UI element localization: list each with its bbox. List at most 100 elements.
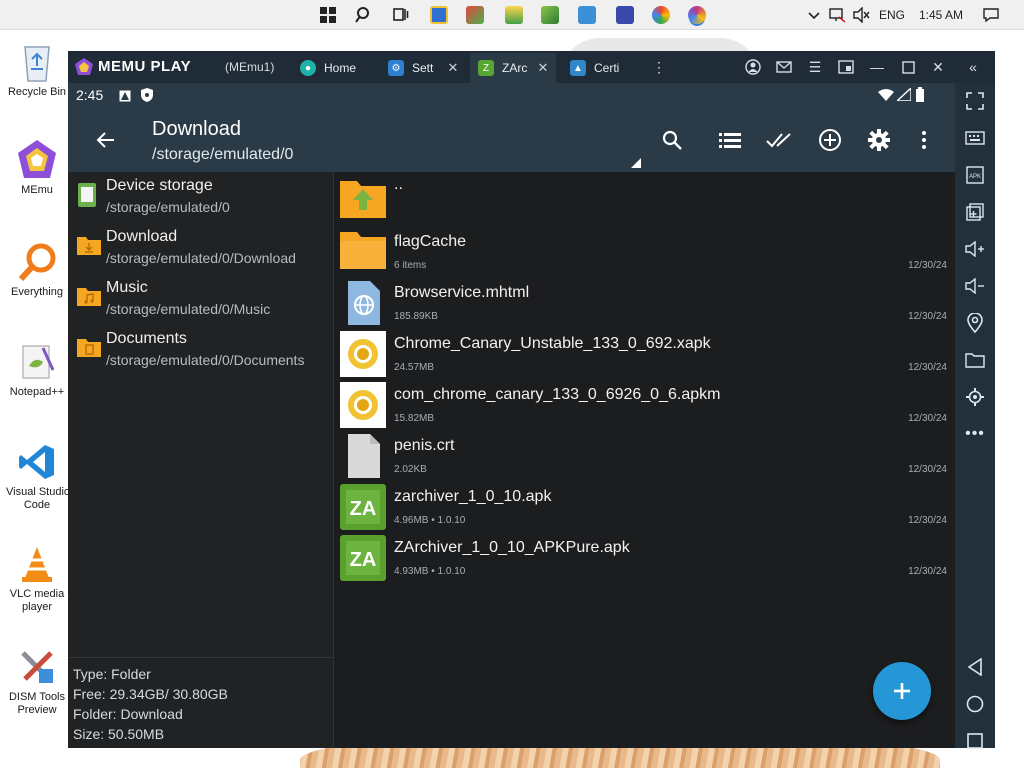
add-circle-icon[interactable] [816,126,844,154]
device-storage-icon [76,182,100,208]
file-meta: 24.57MB [394,362,435,373]
apk-install-icon[interactable]: APK [963,163,987,187]
desktop-icon-label: Recycle Bin [7,86,67,98]
desktop-icon-label: Everything [11,286,63,298]
desktop-icon-memu[interactable]: MEmu [6,138,68,197]
location-name: Download [106,228,178,245]
list-item-zarchiver-apk[interactable]: ZA zarchiver_1_0_10.apk 4.96MB • 1.0.10 … [335,478,955,530]
back-arrow-icon[interactable] [92,126,120,154]
svg-text:APK: APK [969,174,981,180]
memu-taskbar-icon[interactable] [652,6,670,24]
desktop-icon-vlc[interactable]: VLC media player [6,542,68,614]
tab-zarchiver[interactable]: Z ZArc ✕ [470,53,556,83]
app-taskbar-icon[interactable] [578,6,596,24]
mail-icon[interactable] [774,57,794,77]
list-item-crt[interactable]: penis.crt 2.02KB 12/30/24 [335,427,955,478]
menu-icon[interactable]: ☰ [805,57,825,77]
more-icon[interactable]: ••• [963,422,987,446]
desktop-icon-label: VLC media [9,588,65,600]
app-taskbar-icon[interactable] [505,6,523,24]
language-indicator[interactable]: ENG [879,0,905,30]
list-item-flagcache[interactable]: flagCache 6 items 12/30/24 [335,223,955,274]
location-music[interactable]: Music /storage/emulated/0/Music [68,278,334,328]
android-home-icon[interactable] [963,692,987,716]
desktop-icon-recycle-bin[interactable]: Recycle Bin [6,40,68,99]
desktop-icon-everything[interactable]: Everything [6,240,68,299]
location-pin-icon[interactable] [963,311,987,335]
volume-down-icon[interactable] [963,274,987,298]
file-date: 12/30/24 [908,362,947,373]
file-explorer-taskbar-icon[interactable] [430,6,448,24]
maximize-icon[interactable] [898,57,918,77]
list-item-browservice[interactable]: Browservice.mhtml 185.89KB 12/30/24 [335,274,955,325]
info-type: Type: Folder [73,666,151,682]
start-icon[interactable] [318,5,338,25]
tab-label: Sett [412,61,434,75]
more-options-icon[interactable] [910,126,938,154]
location-documents[interactable]: Documents /storage/emulated/0/Documents [68,329,334,379]
location-path: /storage/emulated/0 [106,199,230,215]
add-fab-button[interactable] [873,662,931,720]
parent-folder-icon [340,178,386,224]
settings-gear-icon[interactable] [865,126,893,154]
folder-icon[interactable] [963,348,987,372]
recycle-bin-icon [15,40,59,84]
close-tab-icon[interactable]: ✕ [446,61,460,75]
current-path[interactable]: /storage/emulated/0 [152,146,293,164]
network-icon[interactable] [828,6,846,24]
android-status-bar: 2:45 [68,83,955,108]
tab-home[interactable]: ● Home [290,53,374,83]
list-item-zarchiver-apkpure[interactable]: ZA ZArchiver_1_0_10_APKPure.apk 4.93MB •… [335,529,955,581]
file-date: 12/30/24 [908,515,947,526]
task-view-icon[interactable] [390,5,410,25]
screen-mode-icon[interactable] [836,57,856,77]
close-tab-icon[interactable]: ✕ [536,61,550,75]
path-dropdown-icon[interactable] [631,158,641,168]
notification-icon[interactable] [982,6,1000,24]
clock[interactable]: 1:45 AM [919,0,963,30]
list-item-parent[interactable]: .. [335,172,955,223]
tab-settings[interactable]: ⚙ Sett ✕ [380,53,466,83]
location-device-storage[interactable]: Device storage /storage/emulated/0 [68,176,334,226]
file-date: 12/30/24 [908,260,947,271]
shield-icon [141,88,153,105]
search-icon[interactable] [658,126,686,154]
app-taskbar-icon[interactable] [616,6,634,24]
location-name: Device storage [106,177,213,194]
volume-up-icon[interactable] [963,237,987,261]
tools-icon [15,645,59,689]
chrome-canary-icon [340,331,386,377]
android-recents-icon[interactable] [963,729,987,753]
fullscreen-icon[interactable] [963,89,987,113]
minimize-icon[interactable]: — [867,57,887,77]
app-taskbar-icon[interactable] [466,6,484,24]
location-download[interactable]: Download /storage/emulated/0/Download [68,227,334,277]
web-file-icon [340,280,386,326]
storage-locations-pane: Device storage /storage/emulated/0 Downl… [68,172,334,748]
search-icon[interactable] [354,5,374,25]
multi-instance-icon[interactable] [963,200,987,224]
collapse-sidebar-icon[interactable]: « [963,57,983,77]
settings-icon[interactable] [963,385,987,409]
android-back-icon[interactable] [963,655,987,679]
info-free-space: Free: 29.34GB/ 30.80GB [73,686,228,702]
volume-muted-icon[interactable] [852,6,870,24]
desktop-icon-vscode[interactable]: Visual Studio Code [6,440,68,512]
keyboard-icon[interactable] [963,126,987,150]
list-item-chrome-canary-xapk[interactable]: Chrome_Canary_Unstable_133_0_692.xapk 24… [335,325,955,377]
android-screen: 2:45 Download /storage/emulated/0 Device… [68,83,955,748]
list-item-chrome-canary-apkm[interactable]: com_chrome_canary_133_0_6926_0_6.apkm 15… [335,376,955,428]
select-all-icon[interactable] [765,126,793,154]
chevron-up-icon[interactable] [805,6,823,24]
more-tabs-icon[interactable]: ⋮ [649,57,669,77]
tab-certificate[interactable]: ▲ Certi [562,53,646,83]
windows-taskbar: ENG 1:45 AM [0,0,1024,30]
close-window-icon[interactable]: ✕ [928,57,948,77]
desktop-icon-dism-tools[interactable]: DISM Tools Preview [6,645,68,717]
memu-active-taskbar-icon[interactable] [688,6,706,24]
list-view-icon[interactable] [716,126,744,154]
account-icon[interactable] [743,57,763,77]
app-taskbar-icon[interactable] [541,6,559,24]
desktop-icon-notepad-plus-plus[interactable]: Notepad++ [6,340,68,399]
everything-search-icon [15,240,59,284]
